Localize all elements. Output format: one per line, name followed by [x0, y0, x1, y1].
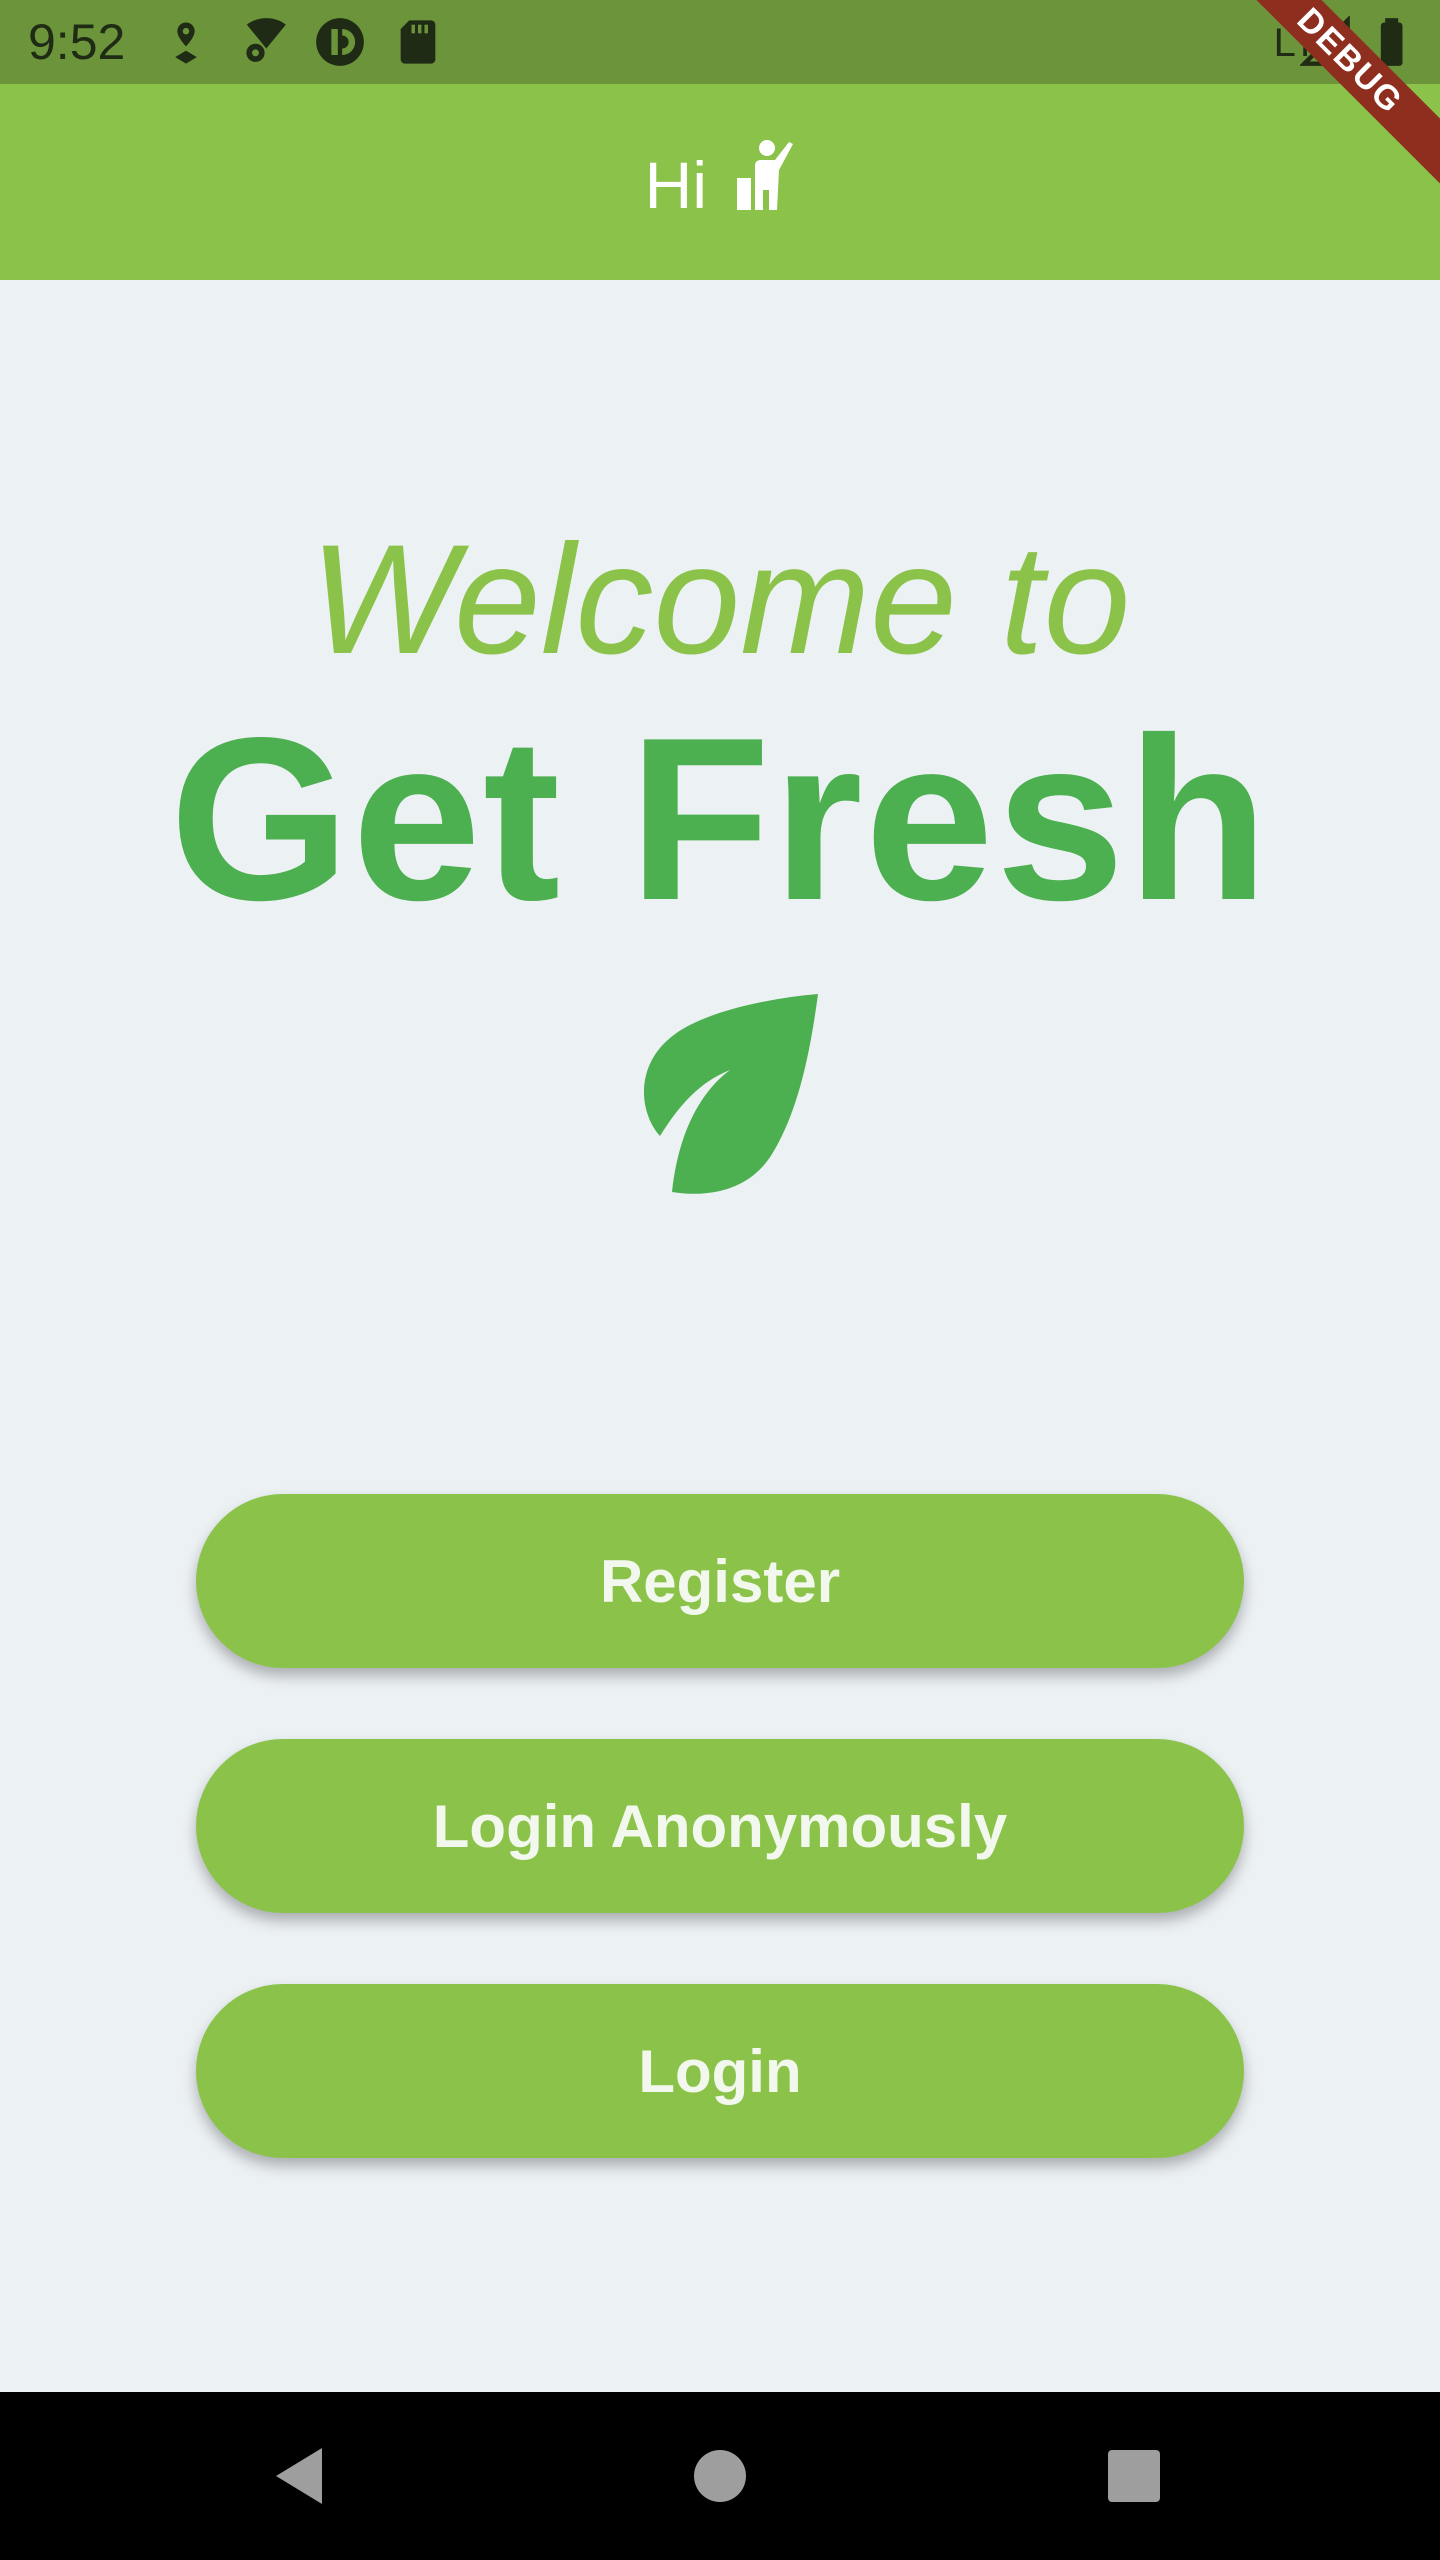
app-title-text: Hi [644, 148, 707, 222]
login-anonymously-button[interactable]: Login Anonymously [196, 1739, 1244, 1913]
location-pin-icon [175, 22, 197, 64]
pocket-casts-icon [316, 18, 364, 66]
wifi-settings-icon [246, 18, 286, 62]
person-waving-icon [737, 140, 794, 210]
status-time: 9:52 [28, 14, 126, 70]
login-button[interactable]: Login [196, 1984, 1244, 2158]
leaf-icon [643, 994, 818, 1194]
register-button[interactable]: Register [196, 1494, 1244, 1668]
app-bar: Hi [0, 84, 1440, 280]
home-icon[interactable] [694, 2450, 746, 2502]
recent-apps-icon[interactable] [1108, 2450, 1160, 2502]
sd-card-icon [400, 20, 436, 64]
brand-title: Get Fresh [169, 690, 1271, 949]
app-title: Hi [0, 138, 1440, 227]
navigation-bar [0, 2392, 1440, 2560]
status-bar: 9:52 LTE [0, 0, 1440, 84]
welcome-text: Welcome to [309, 513, 1131, 687]
back-icon[interactable] [270, 2446, 330, 2506]
